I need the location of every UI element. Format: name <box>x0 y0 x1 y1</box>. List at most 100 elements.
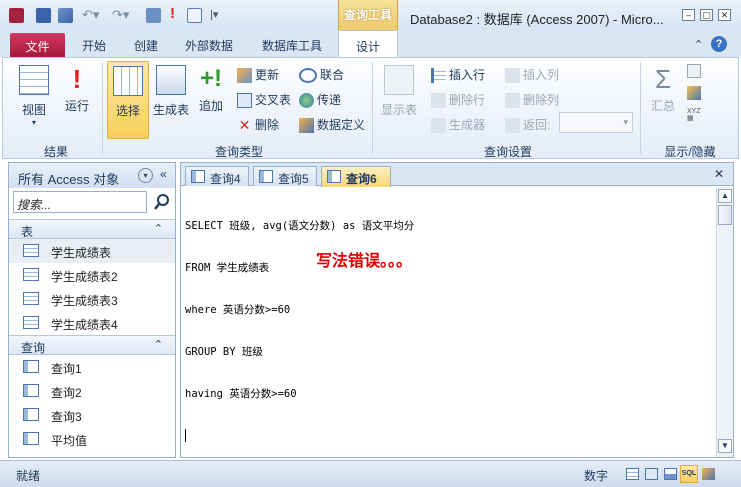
nav-section-tables[interactable]: 表 ⌃ <box>9 219 175 239</box>
nav-item-label: 学生成绩表3 <box>51 294 118 308</box>
table-icon <box>23 244 39 257</box>
property-sheet-icon[interactable] <box>687 86 701 100</box>
nav-item-table[interactable]: 学生成绩表 <box>9 239 175 263</box>
group-label-show-hide: 显示/隐藏 <box>664 145 716 159</box>
scroll-up-icon[interactable]: ▲ <box>718 189 732 203</box>
scroll-thumb[interactable] <box>718 205 732 225</box>
window-title: Database2 : 数据库 (Access 2007) - Micro... <box>410 12 664 27</box>
help-icon[interactable]: ? <box>711 36 727 52</box>
data-definition-icon <box>299 118 314 134</box>
nav-item-table[interactable]: 学生成绩表3 <box>9 287 175 311</box>
query-icon <box>23 360 39 373</box>
return-dropdown[interactable]: ▾ <box>559 112 633 133</box>
design-view-icon[interactable] <box>58 8 73 23</box>
crosstab-button[interactable]: 交叉表 <box>237 91 291 111</box>
doc-tab-label: 查询6 <box>346 172 377 186</box>
datasheet-view-icon[interactable] <box>626 468 639 480</box>
pass-through-button[interactable]: 传递 <box>299 91 341 111</box>
doc-tab-query6-active[interactable]: 查询6 <box>321 166 391 187</box>
delete-columns-label: 删除列 <box>523 93 560 107</box>
insert-columns-icon <box>505 68 520 84</box>
delete-button[interactable]: ✕ 删除 <box>237 116 279 136</box>
delete-columns-button[interactable]: 删除列 <box>505 91 559 111</box>
pivot-table-view-icon[interactable] <box>645 468 658 480</box>
update-button[interactable]: 更新 <box>237 66 279 86</box>
totals-label: 汇总 <box>650 99 675 113</box>
title-bar: ↶▾ ↷▾ ! |▾ 查询工具 Database2 : 数据库 (Access … <box>0 0 741 30</box>
tab-external-data[interactable]: 外部数据 <box>185 37 233 54</box>
sigma-icon: Σ <box>654 64 672 94</box>
insert-columns-button[interactable]: 插入列 <box>505 66 559 86</box>
delete-x-icon: ✕ <box>238 117 251 134</box>
nav-pane-header[interactable]: 所有 Access 对象 ▾ « <box>9 163 175 188</box>
search-icon[interactable] <box>153 193 171 211</box>
tab-create[interactable]: 创建 <box>134 37 158 54</box>
group-separator <box>372 62 373 154</box>
nav-item-query[interactable]: 平均值 <box>9 427 175 451</box>
nav-search-input[interactable]: 搜索... <box>13 191 147 213</box>
restore-icon[interactable]: ▢ <box>700 9 713 21</box>
save-icon[interactable] <box>36 8 51 23</box>
tab-database-tools[interactable]: 数据库工具 <box>262 37 322 54</box>
nav-menu-dropdown-icon[interactable]: ▾ <box>138 168 153 183</box>
close-icon[interactable]: ✕ <box>718 9 731 21</box>
dropdown-arrow-icon: ▾ <box>31 118 36 127</box>
collapse-section-icon: ⌃ <box>153 339 163 351</box>
sql-editor[interactable]: SELECT 班级, avg(语文分数) as 语文平均分 FROM 学生成绩表… <box>185 191 710 453</box>
show-table-button[interactable]: 显示表 <box>377 61 421 139</box>
return-label: 返回: <box>523 118 551 132</box>
doc-tab-query5[interactable]: 查询5 <box>253 166 317 186</box>
make-table-icon <box>156 65 186 95</box>
select-button[interactable]: 选择 <box>107 61 149 139</box>
pivot-chart-view-icon[interactable] <box>664 468 677 480</box>
view-button[interactable]: 视图 ▾ <box>11 61 57 139</box>
nav-item-table[interactable]: 学生成绩表4 <box>9 311 175 335</box>
tab-file[interactable]: 文件 <box>10 33 65 57</box>
totals-button[interactable]: Σ 汇总 <box>645 61 681 139</box>
tab-design[interactable]: 设计 <box>338 30 398 58</box>
collapse-pane-icon[interactable]: « <box>160 167 167 181</box>
data-definition-button[interactable]: 数据定义 <box>299 116 365 136</box>
return-label-row: 返回: <box>505 116 550 136</box>
quick-view-icon[interactable] <box>146 8 161 23</box>
group-label-results: 结果 <box>43 145 68 159</box>
union-icon <box>299 68 317 84</box>
table-quick-icon[interactable] <box>187 8 202 23</box>
run-button[interactable]: ! 运行 <box>59 61 95 139</box>
delete-rows-button[interactable]: 删除行 <box>431 91 485 111</box>
nav-item-query[interactable]: 查询3 <box>9 403 175 427</box>
scroll-down-icon[interactable]: ▼ <box>718 439 732 453</box>
undo-icon[interactable]: ↶▾ <box>82 7 99 23</box>
table-icon <box>23 292 39 305</box>
status-bar: 就绪 数字 SQL <box>0 460 741 487</box>
close-document-icon[interactable]: ✕ <box>714 167 724 181</box>
append-button[interactable]: +! 追加 <box>195 61 227 139</box>
minimize-icon[interactable]: – <box>682 9 695 21</box>
crosstab-label: 交叉表 <box>255 93 292 107</box>
table-names-icon[interactable]: XYZ ▦ <box>687 108 701 124</box>
design-view-status-icon[interactable] <box>702 468 715 480</box>
sql-line: having 英语分数>=60 <box>185 388 297 400</box>
redo-icon[interactable]: ↷▾ <box>112 7 129 23</box>
minimize-ribbon-icon[interactable]: ⌃ <box>694 38 703 51</box>
nav-pane-title: 所有 Access 对象 <box>18 172 120 187</box>
tab-home[interactable]: 开始 <box>82 37 106 54</box>
nav-item-table[interactable]: 学生成绩表2 <box>9 263 175 287</box>
builder-button[interactable]: 生成器 <box>431 116 485 136</box>
nav-section-queries[interactable]: 查询 ⌃ <box>9 335 175 355</box>
union-label: 联合 <box>320 68 345 82</box>
group-separator <box>640 62 641 154</box>
nav-item-query[interactable]: 查询1 <box>9 355 175 379</box>
sql-view-icon[interactable]: SQL <box>680 465 698 483</box>
query-icon <box>23 432 39 445</box>
doc-tab-query4[interactable]: 查询4 <box>185 166 249 186</box>
make-table-button[interactable]: 生成表 <box>151 61 191 139</box>
customize-toolbar-icon[interactable]: |▾ <box>210 8 218 21</box>
parameters-icon[interactable] <box>687 64 701 78</box>
run-quick-icon[interactable]: ! <box>170 5 175 22</box>
union-button[interactable]: 联合 <box>299 66 344 86</box>
insert-rows-button[interactable]: 插入行 <box>431 66 485 86</box>
append-label: 追加 <box>198 99 223 113</box>
vertical-scrollbar[interactable]: ▲ ▼ <box>716 187 733 457</box>
nav-item-query[interactable]: 查询2 <box>9 379 175 403</box>
